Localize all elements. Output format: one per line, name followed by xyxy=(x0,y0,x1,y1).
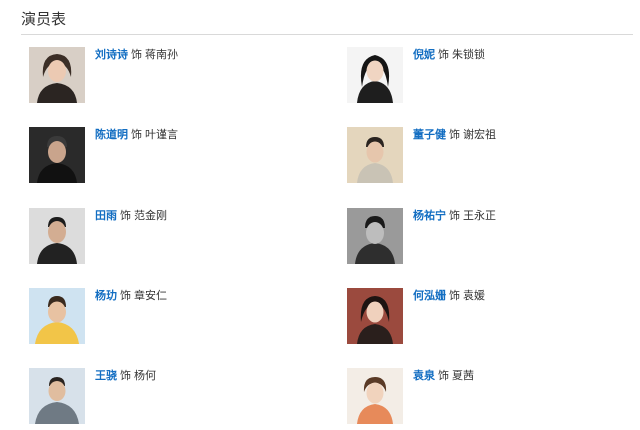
cast-item: 王骁饰杨何 xyxy=(29,368,309,430)
actor-name-link[interactable]: 田雨 xyxy=(95,209,117,222)
cast-item: 何泓姗饰袁媛 xyxy=(347,288,627,350)
cast-item: 董子健饰谢宏祖 xyxy=(347,127,627,189)
role-separator: 饰 xyxy=(120,369,131,382)
role-separator: 饰 xyxy=(449,209,460,222)
cast-item: 倪妮饰朱锁锁 xyxy=(347,47,627,109)
cast-item: 杨祐宁饰王永正 xyxy=(347,208,627,270)
actor-photo[interactable] xyxy=(347,47,403,103)
actor-photo[interactable] xyxy=(29,368,85,424)
cast-item: 陈道明饰叶谨言 xyxy=(29,127,309,189)
actor-name-link[interactable]: 陈道明 xyxy=(95,128,128,141)
actor-name-link[interactable]: 杨祐宁 xyxy=(413,209,446,222)
actor-name-link[interactable]: 王骁 xyxy=(95,369,117,382)
actor-photo[interactable] xyxy=(347,208,403,264)
actor-photo[interactable] xyxy=(29,47,85,103)
actor-name-link[interactable]: 董子健 xyxy=(413,128,446,141)
role-name: 范金刚 xyxy=(134,209,167,222)
role-name: 杨何 xyxy=(134,369,156,382)
role-separator: 饰 xyxy=(449,289,460,302)
actor-name-link[interactable]: 倪妮 xyxy=(413,48,435,61)
role-name: 夏茜 xyxy=(452,369,474,382)
role-name: 蒋南孙 xyxy=(145,48,178,61)
role-separator: 饰 xyxy=(131,128,142,141)
actor-name-link[interactable]: 杨玏 xyxy=(95,289,117,302)
cast-item: 田雨饰范金刚 xyxy=(29,208,309,270)
actor-name-link[interactable]: 何泓姗 xyxy=(413,289,446,302)
role-separator: 饰 xyxy=(120,289,131,302)
actor-photo[interactable] xyxy=(347,127,403,183)
role-separator: 饰 xyxy=(438,369,449,382)
cast-item: 刘诗诗饰蒋南孙 xyxy=(29,47,309,109)
actor-name-link[interactable]: 刘诗诗 xyxy=(95,48,128,61)
actor-name-link[interactable]: 袁泉 xyxy=(413,369,435,382)
cast-item: 袁泉饰夏茜 xyxy=(347,368,627,430)
role-separator: 饰 xyxy=(120,209,131,222)
role-name: 谢宏祖 xyxy=(463,128,496,141)
cast-list: 刘诗诗饰蒋南孙 倪妮饰朱锁锁 陈道明饰叶谨言 董子健 饰 谢宏祖 田雨 饰 范金… xyxy=(0,0,640,430)
role-name: 叶谨言 xyxy=(145,128,178,141)
role-separator: 饰 xyxy=(449,128,460,141)
role-name: 袁媛 xyxy=(463,289,485,302)
role-name: 章安仁 xyxy=(134,289,167,302)
actor-photo[interactable] xyxy=(29,288,85,344)
cast-item: 杨玏饰章安仁 xyxy=(29,288,309,350)
role-name: 朱锁锁 xyxy=(452,48,485,61)
role-separator: 饰 xyxy=(438,48,449,61)
role-separator: 饰 xyxy=(131,48,142,61)
actor-photo[interactable] xyxy=(347,288,403,344)
actor-photo[interactable] xyxy=(29,208,85,264)
role-name: 王永正 xyxy=(463,209,496,222)
actor-photo[interactable] xyxy=(347,368,403,424)
actor-photo[interactable] xyxy=(29,127,85,183)
